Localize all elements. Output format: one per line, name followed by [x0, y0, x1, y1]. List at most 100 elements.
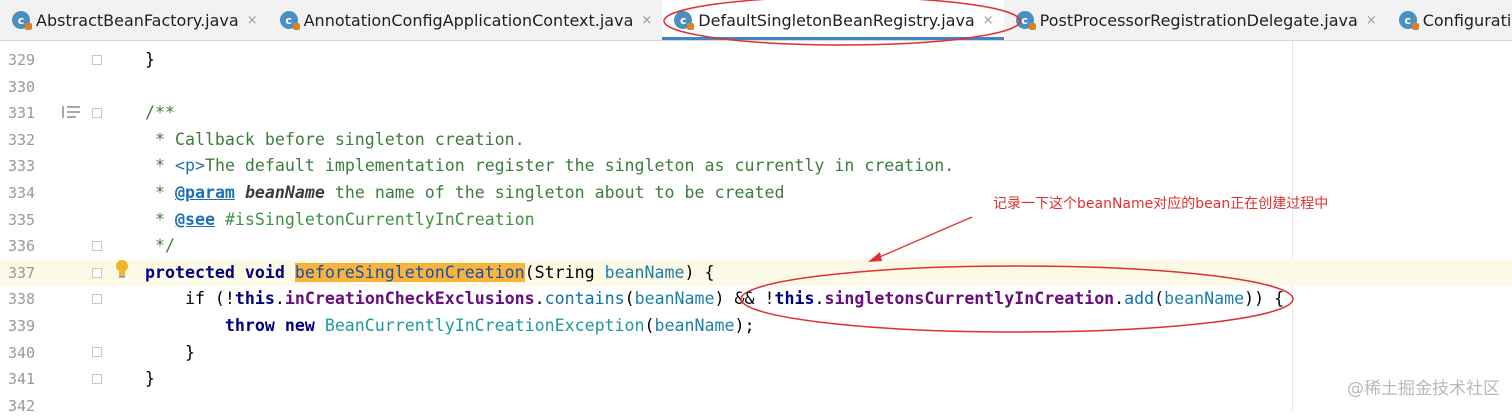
line-number: 340 [8, 343, 36, 362]
fold-marker-icon[interactable] [92, 55, 102, 65]
doc-param-tag: @param [174, 183, 235, 202]
fold-marker-icon[interactable] [92, 347, 102, 357]
code-text: )) { [1244, 289, 1285, 309]
keyword: protected void [145, 262, 295, 282]
code-line[interactable]: 330 [0, 74, 1512, 101]
doc-param-name: beanName [244, 183, 325, 202]
code-text: ( [644, 316, 655, 335]
line-code: protected void beforeSingletonCreation(S… [145, 260, 715, 287]
close-icon[interactable]: × [983, 13, 994, 28]
doc-prefix: * [145, 156, 175, 176]
code-text: ( [1154, 289, 1165, 309]
code-line[interactable]: 342 [0, 393, 1512, 419]
line-code: } [145, 369, 155, 389]
line-number: 332 [8, 130, 36, 149]
code-line[interactable]: 333 * <p>The default implementation regi… [0, 153, 1512, 180]
doc-see-tag: @see [174, 209, 215, 229]
parameter: beanName [1164, 289, 1245, 309]
code-text: ( [624, 289, 635, 309]
line-code: if (!this.inCreationCheckExclusions.cont… [145, 286, 1284, 313]
tab-label: DefaultSingletonBeanRegistry.java [698, 10, 975, 30]
line-code: */ [145, 236, 175, 256]
class-name: BeanCurrentlyInCreationException [324, 316, 645, 335]
line-code: /** [145, 103, 175, 123]
fold-marker-icon[interactable] [92, 294, 102, 304]
parameter: beanName [634, 289, 715, 309]
line-number: 341 [8, 370, 36, 389]
field-name: inCreationCheckExclusions [284, 289, 535, 309]
close-icon[interactable]: × [641, 13, 652, 28]
line-number: 334 [8, 184, 36, 202]
class-file-icon: c [12, 11, 32, 30]
code-editor[interactable]: 329 } 330 331 /** 332 * Callback before … [0, 41, 1512, 415]
line-number: 330 [8, 77, 36, 96]
class-file-icon: c [1015, 11, 1036, 30]
code-line-current[interactable]: 337 protected void beforeSingletonCreati… [0, 259, 1512, 287]
keyword: this [234, 289, 275, 309]
code-text: (String [524, 262, 605, 282]
code-line[interactable]: 332 * Callback before singleton creation… [0, 127, 1512, 154]
tab-configuration[interactable]: c Configuratio [1387, 0, 1512, 40]
tab-default-singleton-bean-registry[interactable]: c DefaultSingletonBeanRegistry.java × [662, 0, 1005, 40]
keyword: throw new [145, 316, 325, 335]
code-text: if (! [145, 289, 235, 309]
line-number: 339 [8, 317, 36, 335]
render-doc-icon[interactable] [62, 105, 80, 119]
tab-label: AnnotationConfigApplicationContext.java [303, 10, 634, 30]
code-text: . [814, 289, 825, 309]
code-text: ) && ! [714, 289, 775, 309]
line-number: 335 [8, 210, 36, 229]
tab-annotation-config-application-context[interactable]: c AnnotationConfigApplicationContext.jav… [268, 0, 663, 40]
line-number: 333 [8, 157, 36, 176]
code-line[interactable]: 339 throw new BeanCurrentlyInCreationExc… [0, 313, 1512, 340]
doc-text: the name of the singleton about to be cr… [324, 183, 785, 202]
line-code: * Callback before singleton creation. [145, 129, 525, 149]
field-name: singletonsCurrentlyInCreation [824, 289, 1115, 309]
watermark: @稀土掘金技术社区 [1347, 379, 1500, 399]
code-line[interactable]: 340 } [0, 340, 1512, 367]
tab-post-processor-registration-delegate[interactable]: c PostProcessorRegistrationDelegate.java… [1004, 0, 1387, 40]
fold-marker-icon[interactable] [92, 268, 102, 278]
line-code: } [145, 50, 155, 69]
tab-label: Configuratio [1422, 10, 1512, 30]
code-line[interactable]: 338 if (!this.inCreationCheckExclusions.… [0, 286, 1512, 313]
doc-text: The default implementation register the … [204, 156, 955, 176]
line-number: 338 [8, 290, 36, 309]
close-icon[interactable]: × [247, 13, 258, 28]
close-icon[interactable]: × [1366, 13, 1377, 28]
code-text: ); [734, 316, 755, 335]
line-number: 342 [8, 396, 36, 415]
code-line[interactable]: 341 } [0, 366, 1512, 393]
code-text: . [1114, 289, 1125, 309]
line-code: * @param beanName the name of the single… [145, 180, 784, 207]
class-file-icon: c [1398, 11, 1419, 30]
line-number: 337 [8, 263, 36, 282]
method-call: add [1124, 289, 1155, 309]
tab-label: AbstractBeanFactory.java [36, 10, 239, 30]
doc-prefix: * [145, 183, 175, 202]
line-code: * <p>The default implementation register… [145, 153, 954, 180]
line-number: 336 [8, 237, 36, 256]
class-file-icon: c [279, 11, 300, 30]
tab-label: PostProcessorRegistrationDelegate.java [1039, 10, 1358, 30]
line-code: } [145, 342, 195, 362]
fold-marker-icon[interactable] [92, 108, 102, 118]
code-line[interactable]: 336 */ [0, 233, 1512, 260]
parameter: beanName [654, 316, 735, 335]
keyword: this [774, 289, 815, 309]
lightbulb-icon[interactable] [114, 259, 130, 279]
method-name-highlighted[interactable]: beforeSingletonCreation [294, 262, 525, 282]
doc-text: #isSingletonCurrentlyInCreation [214, 209, 535, 229]
code-line[interactable]: 331 /** [0, 100, 1512, 127]
tab-abstract-bean-factory[interactable]: c AbstractBeanFactory.java × [0, 0, 268, 40]
line-number: 329 [8, 51, 36, 69]
doc-html-tag: <p> [174, 156, 205, 176]
code-text: . [274, 289, 285, 309]
line-code: throw new BeanCurrentlyInCreationExcepti… [145, 313, 755, 340]
fold-marker-icon[interactable] [92, 241, 102, 251]
fold-marker-icon[interactable] [92, 374, 102, 384]
method-call: contains [544, 289, 625, 309]
annotation-text: 记录一下这个beanName对应的bean正在创建过程中 [993, 196, 1329, 212]
doc-prefix: * [145, 209, 175, 229]
code-line[interactable]: 329 } [0, 47, 1512, 74]
